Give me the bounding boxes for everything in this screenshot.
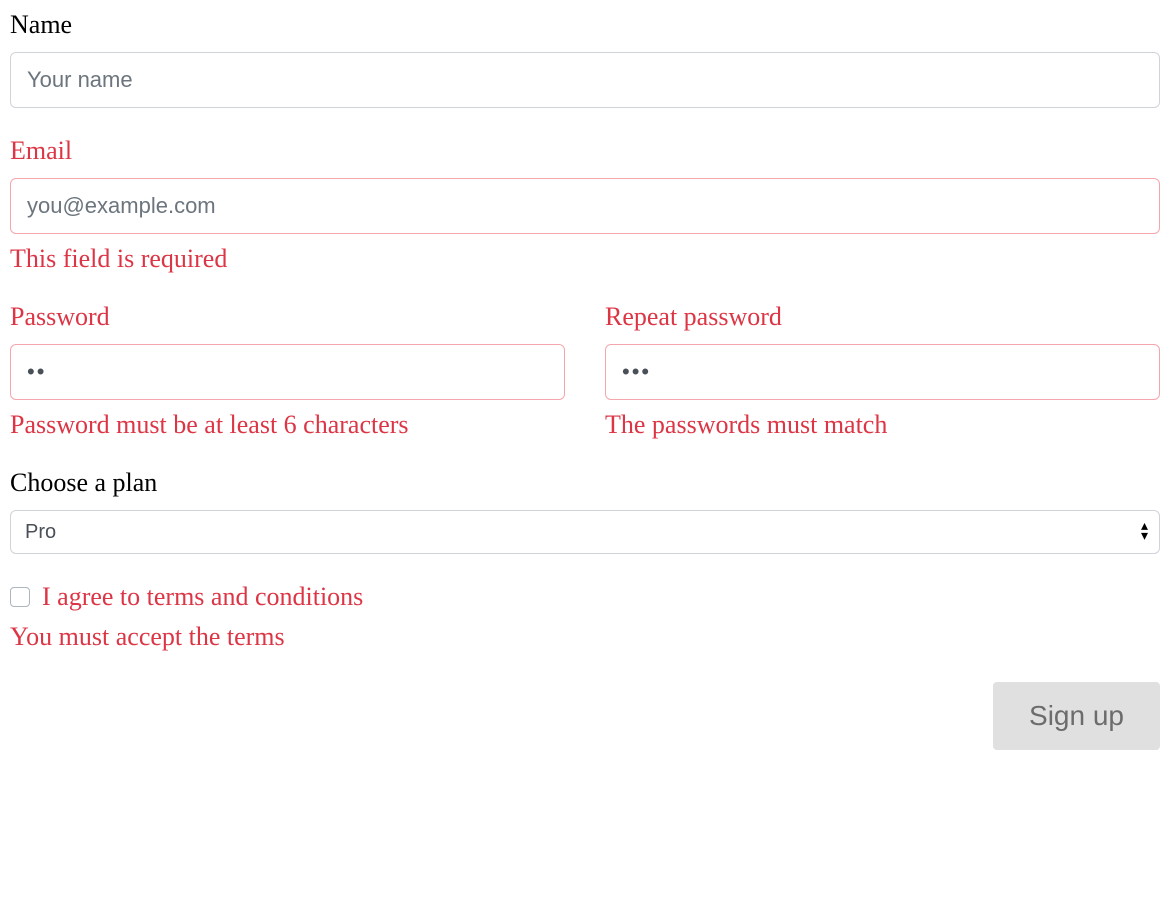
signup-form: Name Email This field is required Passwo…: [10, 10, 1160, 750]
terms-checkbox[interactable]: [10, 587, 30, 607]
repeat-password-label: Repeat password: [605, 302, 1160, 332]
terms-label[interactable]: I agree to terms and conditions: [42, 582, 363, 612]
name-group: Name: [10, 10, 1160, 108]
password-input[interactable]: [10, 344, 565, 400]
signup-button[interactable]: Sign up: [993, 682, 1160, 750]
terms-group: I agree to terms and conditions You must…: [10, 582, 1160, 652]
repeat-password-group: Repeat password The passwords must match: [605, 302, 1160, 440]
name-input[interactable]: [10, 52, 1160, 108]
email-input[interactable]: [10, 178, 1160, 234]
plan-group: Choose a plan Pro: [10, 468, 1160, 554]
plan-label: Choose a plan: [10, 468, 1160, 498]
email-error: This field is required: [10, 244, 1160, 274]
password-label: Password: [10, 302, 565, 332]
email-label: Email: [10, 136, 1160, 166]
email-group: Email This field is required: [10, 136, 1160, 274]
password-error: Password must be at least 6 characters: [10, 410, 565, 440]
terms-error: You must accept the terms: [10, 622, 1160, 652]
repeat-password-input[interactable]: [605, 344, 1160, 400]
password-group: Password Password must be at least 6 cha…: [10, 302, 565, 440]
plan-select[interactable]: Pro: [10, 510, 1160, 554]
name-label: Name: [10, 10, 1160, 40]
repeat-password-error: The passwords must match: [605, 410, 1160, 440]
